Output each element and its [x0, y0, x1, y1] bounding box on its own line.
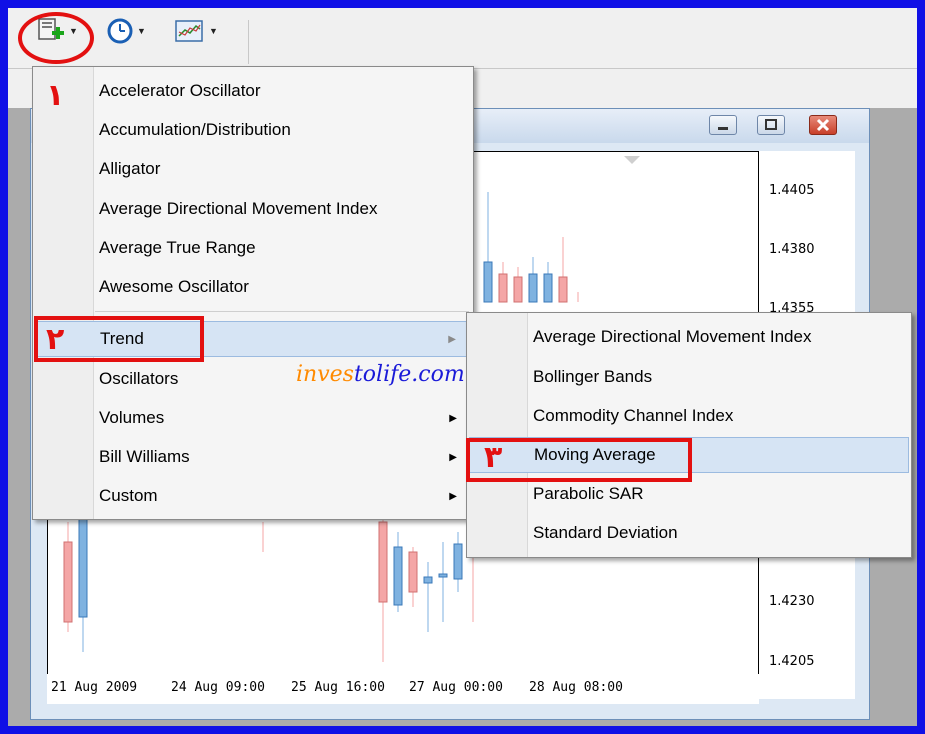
- menu-item-label: Custom: [99, 486, 158, 505]
- menu-item-label: Alligator: [99, 159, 161, 178]
- watermark: investolife.com: [296, 362, 465, 387]
- annotation-step-1: ١: [46, 78, 65, 113]
- time-axis: 21 Aug 2009 24 Aug 09:00 25 Aug 16:00 27…: [47, 674, 759, 704]
- indicators-menu: Accelerator Oscillator Accumulation/Dist…: [32, 66, 474, 520]
- price-label: 1.4405: [769, 183, 815, 198]
- menu-item-alligator[interactable]: Alligator: [35, 151, 471, 187]
- menu-item-label: Bill Williams: [99, 447, 190, 466]
- menu-item-label: Commodity Channel Index: [533, 406, 734, 425]
- time-label: 21 Aug 2009: [51, 680, 138, 695]
- close-icon: [816, 118, 830, 132]
- clock-icon: [107, 18, 133, 44]
- menu-item-bill-williams[interactable]: Bill Williams ▶: [35, 439, 471, 475]
- menu-item-average-true-range[interactable]: Average True Range: [35, 230, 471, 266]
- menu-item-label: Awesome Oscillator: [99, 277, 249, 296]
- submenu-item-commodity-channel-index[interactable]: Commodity Channel Index: [469, 398, 909, 434]
- periodicity-button[interactable]: ▼: [106, 16, 146, 46]
- annotation-step-3: ٣: [484, 440, 503, 475]
- chevron-down-icon[interactable]: ▼: [209, 26, 218, 36]
- watermark-part: tolife: [353, 362, 412, 387]
- menu-item-label: Bollinger Bands: [533, 367, 653, 386]
- minimize-button[interactable]: [709, 115, 737, 135]
- menu-item-accelerator-oscillator[interactable]: Accelerator Oscillator: [35, 73, 471, 109]
- price-label: 1.4380: [769, 242, 815, 257]
- time-label: 28 Aug 08:00: [529, 680, 623, 695]
- menu-item-label: Parabolic SAR: [533, 484, 644, 503]
- price-label: 1.4205: [769, 654, 815, 669]
- annotation-step-2: ٢: [46, 322, 65, 357]
- menu-item-awesome-oscillator[interactable]: Awesome Oscillator: [35, 269, 471, 305]
- annotation-circle-add-indicator: [18, 12, 94, 64]
- submenu-arrow-icon: ▶: [448, 333, 456, 345]
- submenu-arrow-icon: ▶: [449, 490, 457, 502]
- menu-item-label: Standard Deviation: [533, 523, 678, 542]
- minimize-icon: [718, 127, 728, 130]
- time-label: 27 Aug 00:00: [409, 680, 503, 695]
- menu-item-volumes[interactable]: Volumes ▶: [35, 400, 471, 436]
- menu-item-label: Average Directional Movement Index: [533, 327, 812, 346]
- watermark-part: inves: [296, 362, 354, 387]
- time-label: 24 Aug 09:00: [171, 680, 265, 695]
- submenu-arrow-icon: ▶: [449, 451, 457, 463]
- submenu-arrow-icon: ▶: [449, 412, 457, 424]
- watermark-part: .com: [411, 362, 465, 387]
- chevron-down-icon[interactable]: ▼: [137, 26, 146, 36]
- menu-item-accumulation-distribution[interactable]: Accumulation/Distribution: [35, 112, 471, 148]
- submenu-item-average-directional-movement-index[interactable]: Average Directional Movement Index: [469, 319, 909, 355]
- menu-item-custom[interactable]: Custom ▶: [35, 478, 471, 514]
- submenu-item-bollinger-bands[interactable]: Bollinger Bands: [469, 359, 909, 395]
- template-button[interactable]: ▼: [174, 16, 218, 46]
- menu-item-label: Volumes: [99, 408, 165, 427]
- menu-separator: [95, 311, 469, 312]
- menu-item-label: Average Directional Movement Index: [99, 199, 378, 218]
- menu-item-label: Accelerator Oscillator: [99, 81, 261, 100]
- menu-item-label: Oscillators: [99, 369, 179, 388]
- maximize-button[interactable]: [757, 115, 785, 135]
- chart-template-icon: [175, 20, 203, 42]
- price-label: 1.4230: [769, 594, 815, 609]
- menu-item-label: Accumulation/Distribution: [99, 120, 291, 139]
- trend-submenu: Average Directional Movement Index Bolli…: [466, 312, 912, 558]
- menu-item-label: Average True Range: [99, 238, 256, 257]
- menu-item-average-directional-movement-index[interactable]: Average Directional Movement Index: [35, 191, 471, 227]
- shift-marker-icon[interactable]: [624, 156, 640, 164]
- maximize-icon: [765, 119, 777, 130]
- submenu-item-standard-deviation[interactable]: Standard Deviation: [469, 515, 909, 551]
- time-label: 25 Aug 16:00: [291, 680, 385, 695]
- close-button[interactable]: [809, 115, 837, 135]
